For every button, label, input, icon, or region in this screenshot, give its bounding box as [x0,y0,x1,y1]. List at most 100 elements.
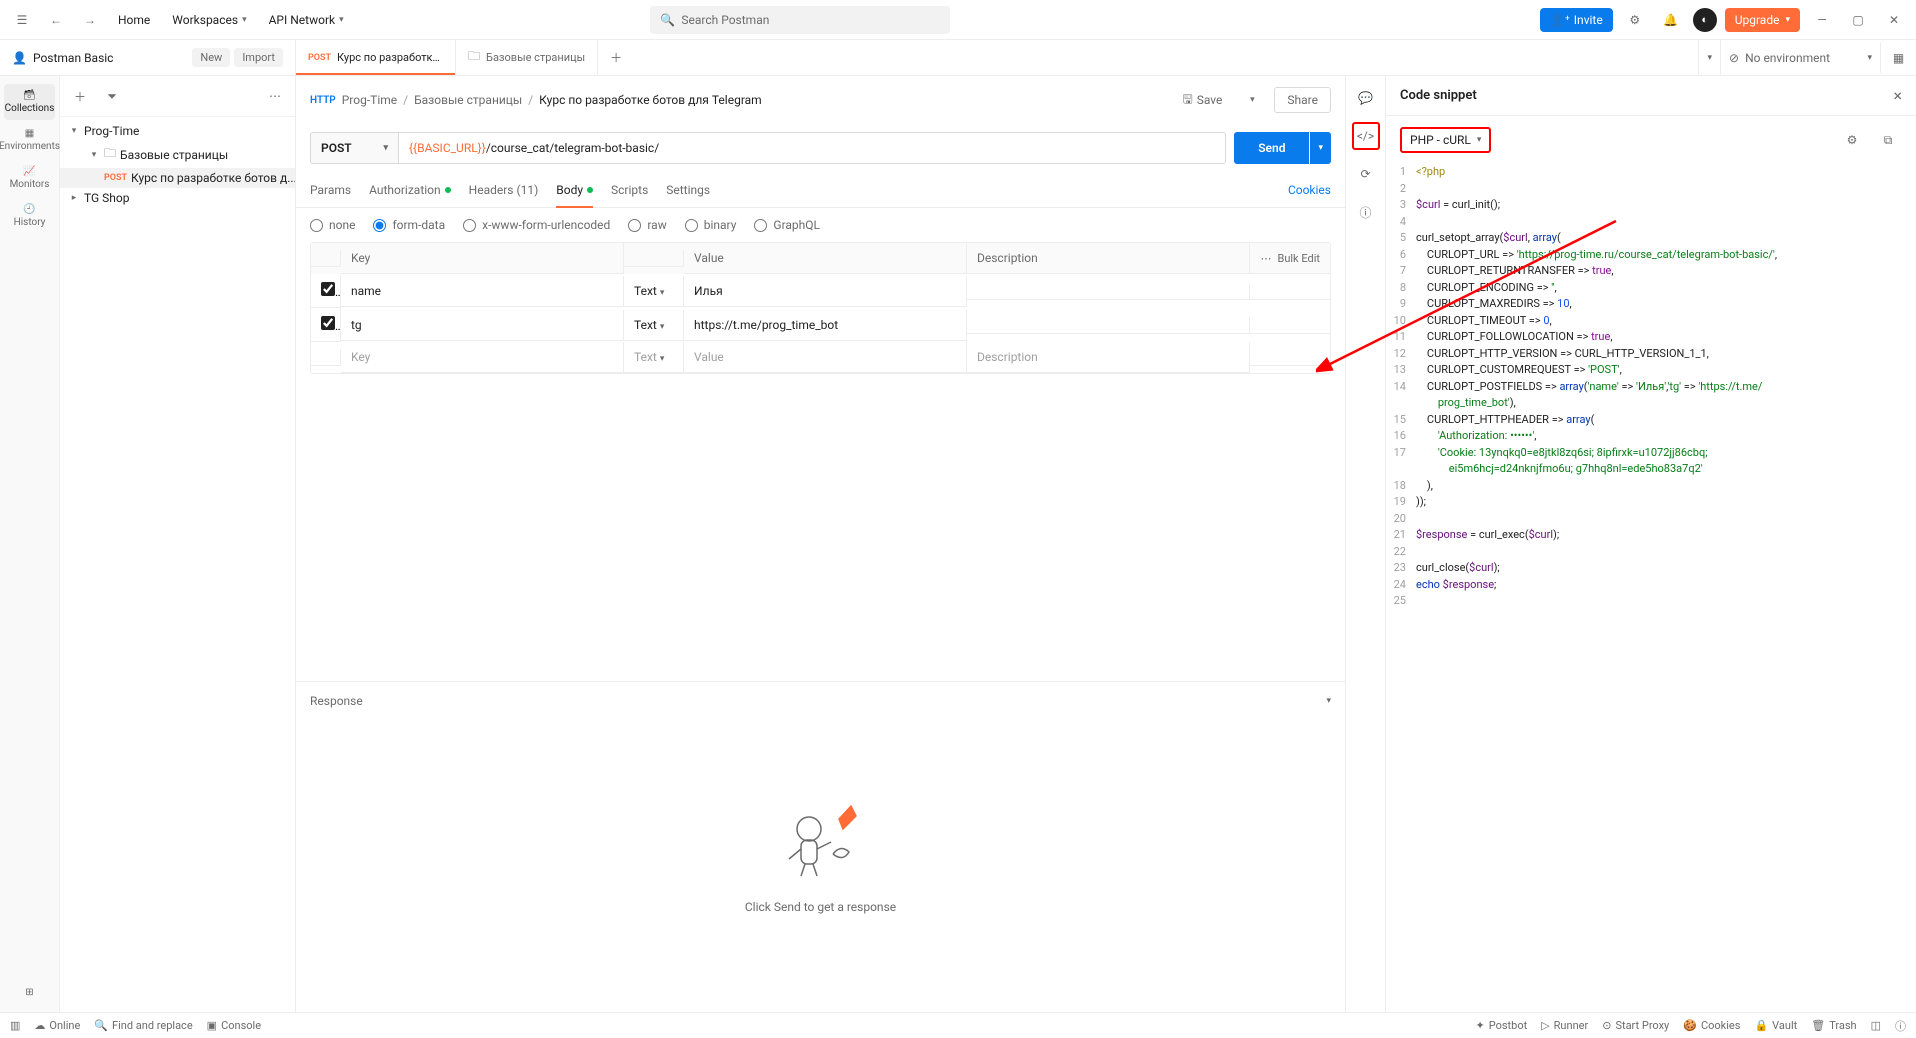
send-button[interactable]: Send [1234,132,1309,164]
tree-collection-tgshop[interactable]: ▸TG Shop [60,188,295,208]
tab-overflow-icon[interactable]: ▾ [1707,53,1712,63]
new-button[interactable]: New [192,48,230,67]
sb-runner[interactable]: ▷Runner [1541,1019,1588,1032]
tree-collection-progtime[interactable]: ▾Prog-Time [60,121,295,141]
cell-value[interactable]: Илья [684,276,967,307]
table-row-new[interactable]: Key Text ▾ Value Description [311,342,1330,373]
body-type-graphql[interactable]: GraphQL [754,218,820,232]
share-button[interactable]: Share [1274,87,1331,113]
method-selector[interactable]: POST▾ [310,132,398,164]
nav-home[interactable]: Home [110,9,158,31]
cookie-icon: 🍪 [1683,1019,1697,1032]
search-input[interactable]: 🔍 Search Postman [650,6,950,34]
send-dropdown-icon[interactable]: ▾ [1310,132,1331,164]
environment-selector[interactable]: ⊘No environment ▾ [1720,40,1880,75]
table-row[interactable]: name Text ▾ Илья [311,274,1330,308]
sidebar-more-icon[interactable]: ⋯ [261,82,289,110]
tab-params[interactable]: Params [310,172,351,207]
env-quicklook-icon[interactable]: ▦ [1880,40,1916,75]
related-icon[interactable]: ⟳ [1352,160,1380,188]
sb-start-proxy[interactable]: ⊙Start Proxy [1602,1019,1669,1032]
notifications-icon[interactable]: 🔔 [1657,6,1685,34]
tab-request-0[interactable]: POST Курс по разработке бо [296,40,456,75]
window-maximize-icon[interactable]: ▢ [1844,6,1872,34]
upgrade-button[interactable]: Upgrade▾ [1725,8,1800,32]
tab-settings[interactable]: Settings [666,172,710,207]
tree-request-telegram-course[interactable]: POSTКурс по разработке ботов д... [60,168,295,188]
rail-monitors[interactable]: 📈Monitors [0,160,59,196]
info-icon[interactable]: ⓘ [1352,198,1380,226]
sb-trash[interactable]: 🗑Trash [1811,1019,1856,1032]
tab-scripts[interactable]: Scripts [611,172,648,207]
chevron-down-icon[interactable]: ▾ [1326,696,1331,706]
body-type-raw[interactable]: raw [628,218,666,232]
tab-request-1[interactable]: 🗀 Базовые страницы [456,40,598,75]
cell-type[interactable]: Text ▾ [624,310,684,341]
breadcrumb-current: Курс по разработке ботов для Telegram [539,93,762,107]
nav-back-icon[interactable]: ← [42,6,70,34]
sb-help-icon[interactable]: ⓘ [1895,1018,1906,1034]
cell-type[interactable]: Text ▾ [624,276,684,307]
nav-api-network[interactable]: API Network▾ [261,9,352,31]
sb-layout-icon[interactable]: ◫ [1871,1019,1881,1032]
save-icon: 🖫 [1183,90,1193,111]
sb-console[interactable]: ▣Console [207,1019,261,1032]
invite-button[interactable]: 👤⁺Invite [1540,8,1613,32]
comments-icon[interactable]: 💬 [1352,84,1380,112]
cookies-link[interactable]: Cookies [1288,183,1331,197]
avatar[interactable]: ◐ [1693,8,1717,32]
more-icon[interactable]: ⋯ [1260,252,1271,265]
breadcrumb-link[interactable]: Prog-Time [342,93,397,107]
cell-description[interactable] [967,283,1250,300]
save-dropdown-icon[interactable]: ▾ [1238,86,1266,114]
language-selector[interactable]: PHP - cURL▾ [1400,127,1491,153]
sb-vault[interactable]: 🔒Vault [1754,1019,1797,1032]
tab-body[interactable]: Body [556,172,593,207]
tree-folder-basic-pages[interactable]: ▾🗀Базовые страницы [60,141,295,168]
close-icon[interactable]: × [1893,86,1902,105]
snippet-settings-icon[interactable]: ⚙ [1838,126,1866,154]
table-row[interactable]: tg Text ▾ https://t.me/prog_time_bot [311,308,1330,342]
window-close-icon[interactable]: ✕ [1880,6,1908,34]
bulk-edit-link[interactable]: Bulk Edit [1277,252,1320,265]
code-body[interactable]: 1<?php23$curl = curl_init();45curl_setop… [1386,164,1916,1012]
window-minimize-icon[interactable]: — [1808,6,1836,34]
rail-environments[interactable]: ▦Environments [0,122,59,158]
top-bar: ☰ ← → Home Workspaces▾ API Network▾ 🔍 Se… [0,0,1916,40]
rail-collections[interactable]: 🗃Collections [4,84,55,120]
save-button[interactable]: 🖫Save [1175,86,1231,114]
row-checkbox[interactable] [321,316,335,330]
copy-icon[interactable]: ⧉ [1874,126,1902,154]
sidebar-filter-icon[interactable]: ⏷ [98,82,126,110]
cell-key[interactable]: name [341,276,624,307]
cell-key[interactable]: tg [341,310,624,341]
url-input[interactable]: {{BASIC_URL}}/course_cat/telegram-bot-ba… [398,132,1226,164]
workspace-switcher[interactable]: 👤Postman Basic New Import [0,40,296,75]
nav-workspaces[interactable]: Workspaces▾ [164,9,254,31]
cell-value[interactable]: https://t.me/prog_time_bot [684,310,967,341]
sb-find-replace[interactable]: 🔍Find and replace [94,1019,192,1032]
rail-configure[interactable]: ⊞ [0,981,59,1004]
row-checkbox[interactable] [321,282,335,296]
body-type-urlencoded[interactable]: x-www-form-urlencoded [463,218,610,232]
code-snippet-icon[interactable]: </> [1352,122,1380,150]
sb-online[interactable]: ☁Online [34,1019,80,1032]
col-description: Description [967,243,1250,274]
sidebar-add-icon[interactable]: ＋ [66,82,94,110]
nav-forward-icon[interactable]: → [76,6,104,34]
tab-authorization[interactable]: Authorization [369,172,451,207]
sb-panel-icon[interactable]: ▥ [10,1019,20,1032]
settings-icon[interactable]: ⚙ [1621,6,1649,34]
tab-add-button[interactable]: ＋ [598,49,634,66]
sb-cookies[interactable]: 🍪Cookies [1683,1019,1740,1032]
body-type-formdata[interactable]: form-data [373,218,445,232]
body-type-none[interactable]: none [310,218,355,232]
tab-headers[interactable]: Headers (11) [469,172,539,207]
body-type-binary[interactable]: binary [685,218,737,232]
rail-history[interactable]: 🕘History [0,198,59,234]
cell-description[interactable] [967,317,1250,334]
sb-postbot[interactable]: ✦Postbot [1476,1019,1528,1032]
import-button[interactable]: Import [234,48,283,67]
breadcrumb-link[interactable]: Базовые страницы [414,93,522,107]
menu-icon[interactable]: ☰ [8,6,36,34]
